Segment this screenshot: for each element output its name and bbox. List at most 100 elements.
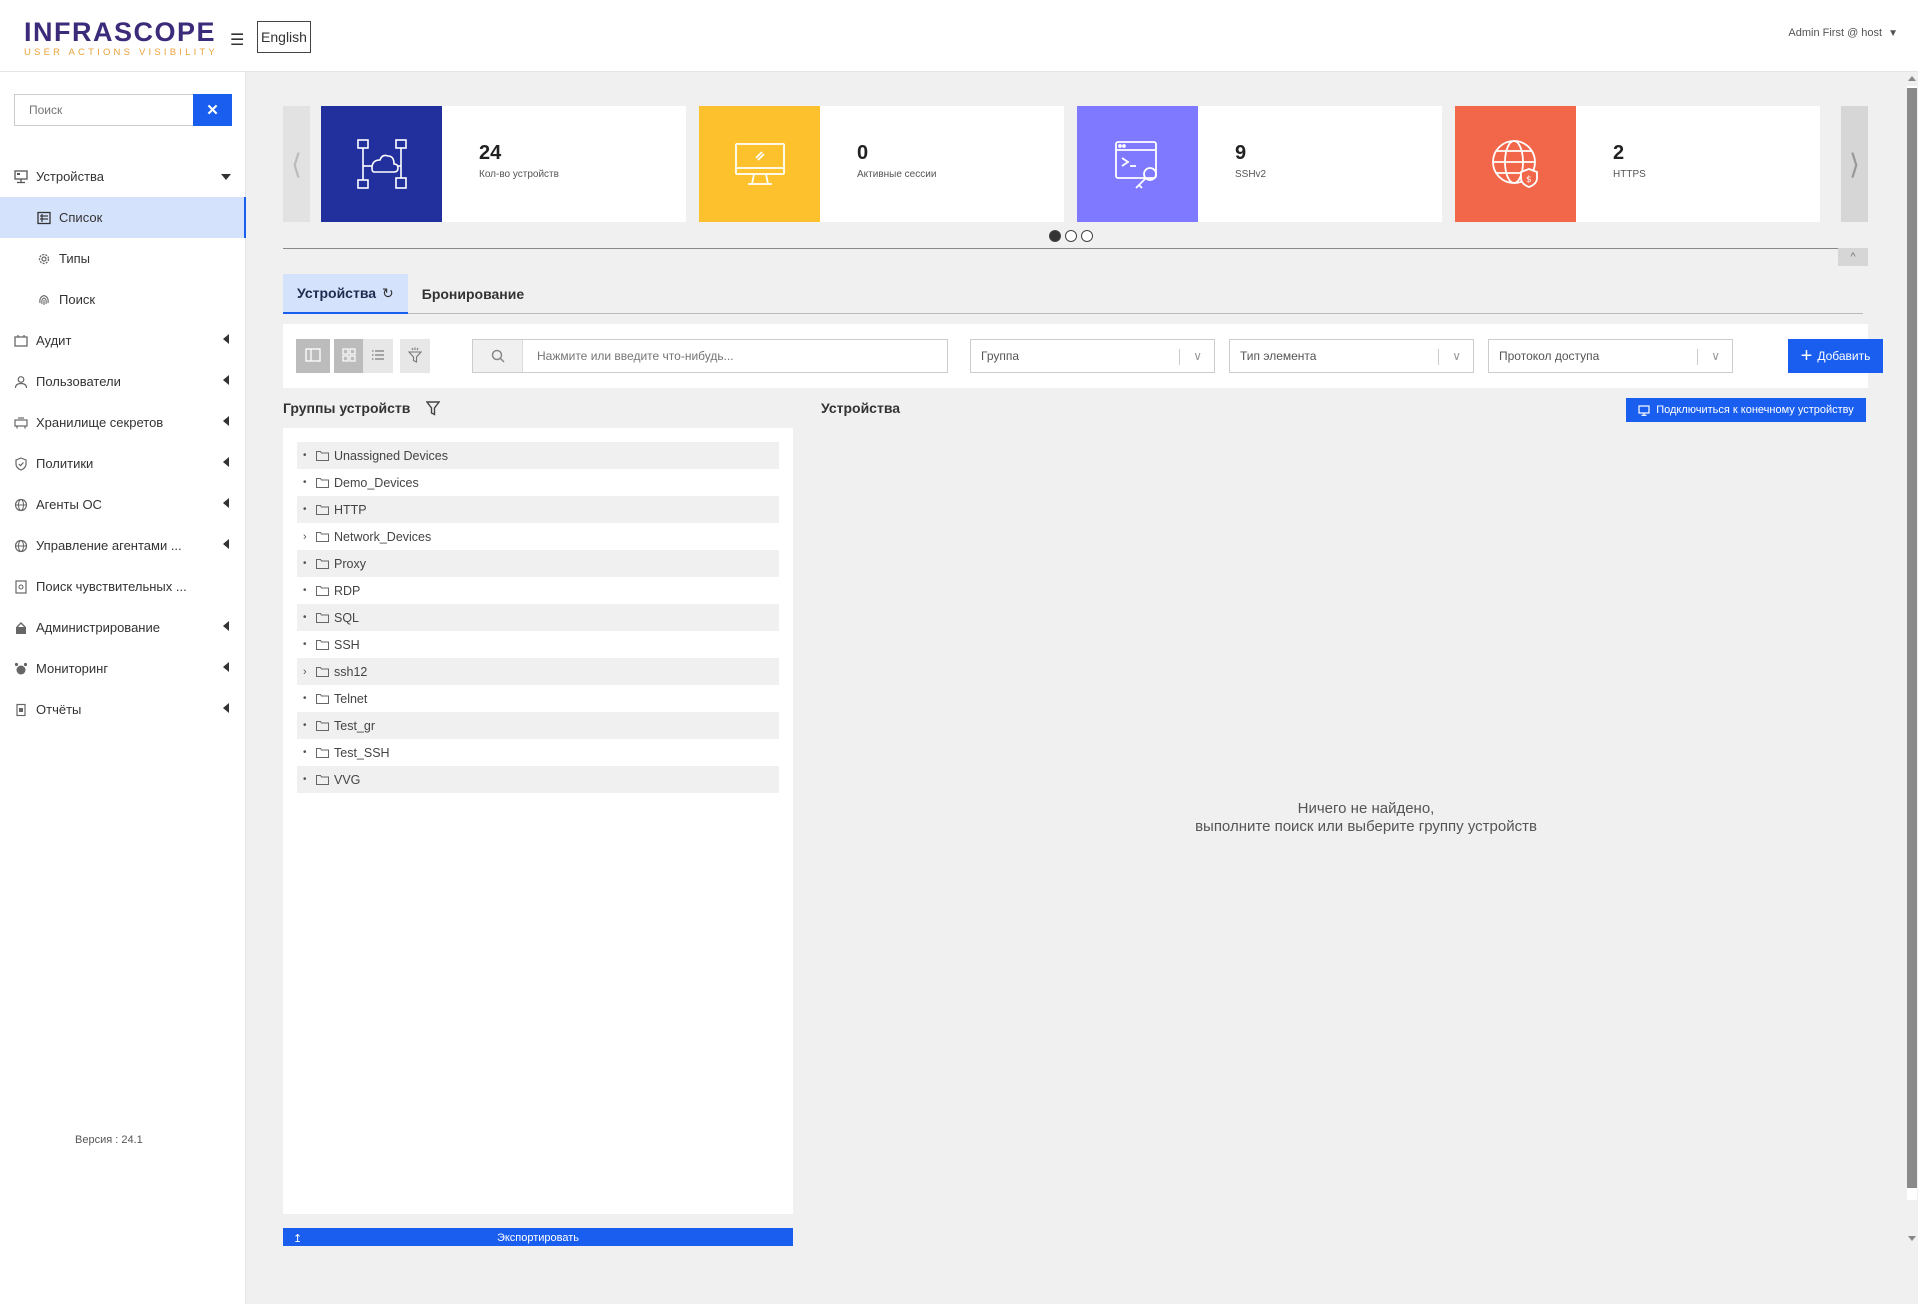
svg-text:$: $ [1526, 175, 1532, 185]
chevron-down-icon: ∨ [1711, 349, 1720, 363]
group-tree-item[interactable]: • Proxy [297, 550, 779, 577]
carousel-next-button[interactable]: ⟩ [1841, 106, 1868, 222]
connect-label: Подключиться к конечному устройству [1656, 404, 1854, 416]
tab-devices[interactable]: Устройства ↻ [283, 274, 408, 314]
refresh-icon[interactable]: ↻ [382, 285, 394, 302]
upload-icon: ↥ [293, 1233, 303, 1245]
scroll-up-arrow[interactable] [1908, 76, 1916, 81]
stat-card-sshv2[interactable]: 9 SSHv2 [1077, 106, 1442, 222]
stat-card-active-sessions[interactable]: 0 Активные сессии [699, 106, 1064, 222]
grid-view-button[interactable] [334, 339, 363, 373]
bullet-icon: • [303, 477, 307, 488]
export-button[interactable]: ↥ Экспортировать [283, 1228, 793, 1246]
carousel-dot-2[interactable] [1065, 230, 1077, 242]
group-tree-item[interactable]: • HTTP [297, 496, 779, 523]
sidebar-item-os-agents[interactable]: Агенты ОС [0, 484, 246, 525]
devices-title: Устройства [821, 400, 901, 416]
stat-label: HTTPS [1613, 169, 1646, 180]
select-separator [1438, 349, 1439, 365]
list-icon [36, 210, 52, 226]
globe-icon [13, 538, 29, 554]
folder-icon [316, 585, 329, 596]
folder-icon [316, 639, 329, 650]
select-separator [1697, 349, 1698, 365]
group-tree-item[interactable]: • Telnet [297, 685, 779, 712]
expand-chevron-icon[interactable]: › [303, 666, 311, 678]
sidebar-item-monitoring[interactable]: Мониторинг [0, 648, 246, 689]
caret-left-icon [223, 539, 229, 549]
add-device-button[interactable]: + Добавить [1788, 339, 1883, 373]
group-tree-item[interactable]: • RDP [297, 577, 779, 604]
connect-endpoint-button[interactable]: Подключиться к конечному устройству [1626, 398, 1866, 422]
folder-icon [316, 450, 329, 461]
access-protocol-select[interactable]: Протокол доступа ∨ [1488, 339, 1733, 373]
expand-chevron-icon[interactable]: › [303, 531, 311, 543]
group-tree-item[interactable]: • Test_SSH [297, 739, 779, 766]
group-tree-item[interactable]: • Demo_Devices [297, 469, 779, 496]
panel-view-button[interactable] [296, 339, 330, 373]
vault-icon [13, 415, 29, 431]
group-select[interactable]: Группа ∨ [970, 339, 1215, 373]
sidebar-item-users[interactable]: Пользователи [0, 361, 246, 402]
sidebar-search-input[interactable] [14, 94, 193, 126]
logo[interactable]: INFRASCOPE USER ACTIONS VISIBILITY [24, 18, 218, 58]
sidebar: ✕ Устройства Список Типы Поиск Аудит Пол… [0, 72, 246, 1304]
caret-left-icon [223, 621, 229, 631]
language-button[interactable]: English [257, 21, 311, 53]
sidebar-item-agent-management[interactable]: Управление агентами ... [0, 525, 246, 566]
group-tree-item[interactable]: • SQL [297, 604, 779, 631]
sidebar-item-administration[interactable]: Администрирование [0, 607, 246, 648]
sidebar-item-devices[interactable]: Устройства [0, 156, 246, 197]
folder-icon [316, 774, 329, 785]
carousel-dot-1[interactable] [1049, 230, 1061, 242]
scrollbar-thumb[interactable] [1907, 88, 1917, 1188]
collapse-stats-button[interactable]: ^ [1838, 248, 1868, 266]
sidebar-item-secrets-vault[interactable]: Хранилище секретов [0, 402, 246, 443]
export-label: Экспортировать [496, 1232, 580, 1244]
group-tree-item[interactable]: • Unassigned Devices [297, 442, 779, 469]
sidebar-item-types[interactable]: Типы [0, 238, 246, 279]
bullet-icon: • [303, 693, 307, 704]
sidebar-item-list[interactable]: Список [0, 197, 246, 238]
group-name: Proxy [334, 556, 366, 571]
group-tree-item[interactable]: • VVG [297, 766, 779, 793]
sidebar-item-label: Мониторинг [36, 661, 109, 676]
sidebar-item-search[interactable]: Поиск [0, 279, 246, 320]
sidebar-item-label: Отчёты [36, 702, 82, 717]
group-tree-item[interactable]: • SSH [297, 631, 779, 658]
group-name: ssh12 [334, 664, 368, 679]
clear-filter-button[interactable] [400, 339, 430, 373]
device-group-tree: • Unassigned Devices • Demo_Devices • HTTP › Ne… [297, 442, 779, 793]
group-name: Demo_Devices [334, 475, 419, 490]
scroll-down-arrow[interactable] [1908, 1236, 1916, 1241]
tab-label: Бронирование [421, 286, 525, 302]
main-content: ⟨ 24 Кол-во устройств 0 Активные сессии [246, 72, 1918, 1304]
element-type-select[interactable]: Тип элемента ∨ [1229, 339, 1474, 373]
grid-icon [341, 347, 356, 365]
stat-card-https[interactable]: $ 2 HTTPS [1455, 106, 1820, 222]
sidebar-item-audit[interactable]: Аудит [0, 320, 246, 361]
sidebar-item-policies[interactable]: Политики [0, 443, 246, 484]
filter-icon[interactable] [426, 400, 441, 416]
logo-title: INFRASCOPE [24, 17, 217, 47]
user-menu[interactable]: Admin First @ host ▼ [1788, 27, 1898, 39]
stat-card-devices[interactable]: 24 Кол-во устройств [321, 106, 686, 222]
list-view-button[interactable] [363, 339, 393, 373]
page-scrollbar[interactable] [1902, 72, 1918, 1241]
monitor-icon [1638, 404, 1650, 416]
group-tree-item[interactable]: • Test_gr [297, 712, 779, 739]
sidebar-search: ✕ [14, 94, 232, 126]
group-tree-item[interactable]: › Network_Devices [297, 523, 779, 550]
group-tree-item[interactable]: › ssh12 [297, 658, 779, 685]
carousel-prev-button[interactable]: ⟨ [283, 106, 310, 222]
carousel-dot-3[interactable] [1081, 230, 1093, 242]
hamburger-icon[interactable]: ☰ [230, 30, 244, 50]
sidebar-item-sensitive-search[interactable]: Поиск чувствительных ... [0, 566, 246, 607]
user-name: Admin First @ host [1788, 27, 1883, 39]
tab-booking[interactable]: Бронирование [408, 274, 538, 314]
sidebar-search-clear-button[interactable]: ✕ [193, 94, 232, 126]
sidebar-item-reports[interactable]: Отчёты [0, 689, 246, 730]
select-separator [1179, 349, 1180, 365]
sidebar-item-label: Поиск [59, 292, 96, 307]
device-search-input[interactable] [523, 340, 947, 372]
